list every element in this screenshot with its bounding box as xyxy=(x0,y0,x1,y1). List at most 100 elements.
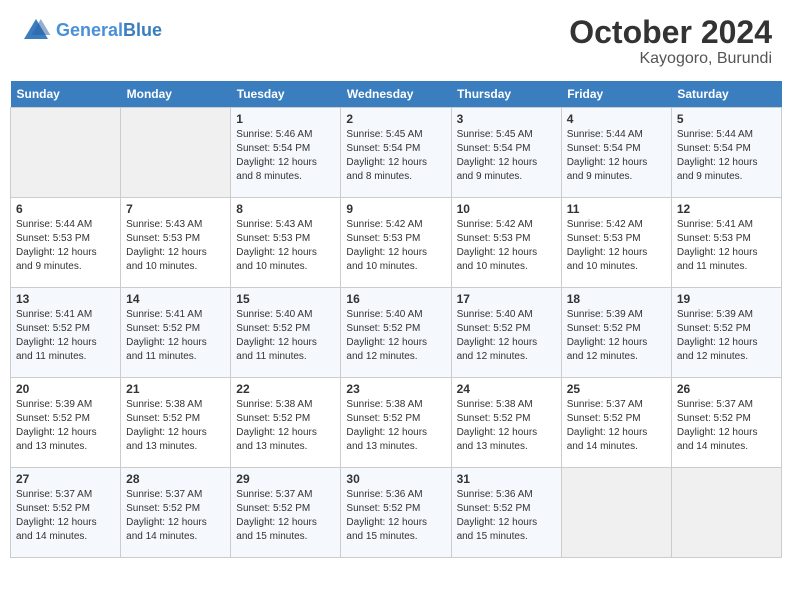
day-info: Sunrise: 5:41 AMSunset: 5:52 PMDaylight:… xyxy=(126,308,225,364)
calendar-cell xyxy=(11,108,121,198)
header-wednesday: Wednesday xyxy=(341,81,451,108)
calendar-cell xyxy=(121,108,231,198)
day-info: Sunrise: 5:44 AMSunset: 5:54 PMDaylight:… xyxy=(567,128,666,184)
day-number: 20 xyxy=(16,382,115,396)
calendar-cell: 31 Sunrise: 5:36 AMSunset: 5:52 PMDayligh… xyxy=(451,468,561,558)
day-number: 19 xyxy=(677,292,776,306)
calendar-week-2: 6Sunrise: 5:44 AMSunset: 5:53 PMDaylight… xyxy=(11,198,782,288)
calendar-cell: 26Sunrise: 5:37 AMSunset: 5:52 PMDayligh… xyxy=(671,378,781,468)
day-number: 3 xyxy=(457,112,556,126)
calendar-cell: 20 Sunrise: 5:39 AMSunset: 5:52 PMDayligh… xyxy=(11,378,121,468)
logo-icon xyxy=(20,15,52,47)
calendar-cell: 30Sunrise: 5:36 AMSunset: 5:52 PMDayligh… xyxy=(341,468,451,558)
day-number: 5 xyxy=(677,112,776,126)
calendar-cell: 8 Sunrise: 5:43 AMSunset: 5:53 PMDaylight… xyxy=(231,198,341,288)
header-row: Sunday Monday Tuesday Wednesday Thursday… xyxy=(11,81,782,108)
calendar-cell: 5 Sunrise: 5:44 AMSunset: 5:54 PMDaylight… xyxy=(671,108,781,198)
day-info: Sunrise: 5:37 AMSunset: 5:52 PMDaylight:… xyxy=(567,398,666,454)
title-block: October 2024 Kayogoro, Burundi xyxy=(569,15,772,68)
calendar-cell: 7Sunrise: 5:43 AMSunset: 5:53 PMDaylight… xyxy=(121,198,231,288)
day-number: 23 xyxy=(346,382,445,396)
day-number: 21 xyxy=(126,382,225,396)
day-number: 1 xyxy=(236,112,335,126)
day-number: 18 xyxy=(567,292,666,306)
calendar-cell xyxy=(561,468,671,558)
calendar-cell: 2 Sunrise: 5:45 AMSunset: 5:54 PMDaylight… xyxy=(341,108,451,198)
day-info: Sunrise: 5:43 AMSunset: 5:53 PMDaylight:… xyxy=(236,218,335,274)
logo-text: GeneralBlue xyxy=(56,21,162,41)
month-title: October 2024 xyxy=(569,15,772,50)
calendar-week-5: 27 Sunrise: 5:37 AMSunset: 5:52 PMDayligh… xyxy=(11,468,782,558)
calendar-cell: 28 Sunrise: 5:37 AMSunset: 5:52 PMDayligh… xyxy=(121,468,231,558)
calendar-cell xyxy=(671,468,781,558)
day-number: 25 xyxy=(567,382,666,396)
day-number: 7 xyxy=(126,202,225,216)
day-number: 17 xyxy=(457,292,556,306)
day-number: 10 xyxy=(457,202,556,216)
page-header: GeneralBlue October 2024 Kayogoro, Burun… xyxy=(10,10,782,73)
day-info: Sunrise: 5:44 AMSunset: 5:53 PMDaylight:… xyxy=(16,218,115,274)
calendar-week-3: 13 Sunrise: 5:41 AMSunset: 5:52 PMDayligh… xyxy=(11,288,782,378)
header-friday: Friday xyxy=(561,81,671,108)
day-info: Sunrise: 5:37 AMSunset: 5:52 PMDaylight:… xyxy=(126,488,225,544)
day-number: 28 xyxy=(126,472,225,486)
calendar-cell: 17 Sunrise: 5:40 AMSunset: 5:52 PMDayligh… xyxy=(451,288,561,378)
day-info: Sunrise: 5:45 AMSunset: 5:54 PMDaylight:… xyxy=(457,128,556,184)
header-thursday: Thursday xyxy=(451,81,561,108)
calendar-cell: 6Sunrise: 5:44 AMSunset: 5:53 PMDaylight… xyxy=(11,198,121,288)
day-info: Sunrise: 5:36 AMSunset: 5:52 PMDaylight:… xyxy=(346,488,445,544)
day-info: Sunrise: 5:38 AMSunset: 5:52 PMDaylight:… xyxy=(126,398,225,454)
day-info: Sunrise: 5:44 AMSunset: 5:54 PMDaylight:… xyxy=(677,128,776,184)
calendar-cell: 14 Sunrise: 5:41 AMSunset: 5:52 PMDayligh… xyxy=(121,288,231,378)
day-info: Sunrise: 5:40 AMSunset: 5:52 PMDaylight:… xyxy=(346,308,445,364)
day-number: 27 xyxy=(16,472,115,486)
calendar-cell: 15Sunrise: 5:40 AMSunset: 5:52 PMDayligh… xyxy=(231,288,341,378)
day-number: 24 xyxy=(457,382,556,396)
calendar-cell: 11Sunrise: 5:42 AMSunset: 5:53 PMDayligh… xyxy=(561,198,671,288)
header-saturday: Saturday xyxy=(671,81,781,108)
calendar-cell: 10 Sunrise: 5:42 AMSunset: 5:53 PMDayligh… xyxy=(451,198,561,288)
calendar-cell: 16Sunrise: 5:40 AMSunset: 5:52 PMDayligh… xyxy=(341,288,451,378)
calendar-cell: 4Sunrise: 5:44 AMSunset: 5:54 PMDaylight… xyxy=(561,108,671,198)
header-sunday: Sunday xyxy=(11,81,121,108)
calendar-cell: 23Sunrise: 5:38 AMSunset: 5:52 PMDayligh… xyxy=(341,378,451,468)
calendar-cell: 13 Sunrise: 5:41 AMSunset: 5:52 PMDayligh… xyxy=(11,288,121,378)
calendar-week-4: 20 Sunrise: 5:39 AMSunset: 5:52 PMDayligh… xyxy=(11,378,782,468)
day-info: Sunrise: 5:45 AMSunset: 5:54 PMDaylight:… xyxy=(346,128,445,184)
day-number: 12 xyxy=(677,202,776,216)
day-number: 14 xyxy=(126,292,225,306)
day-number: 29 xyxy=(236,472,335,486)
day-number: 11 xyxy=(567,202,666,216)
day-info: Sunrise: 5:38 AMSunset: 5:52 PMDaylight:… xyxy=(236,398,335,454)
day-info: Sunrise: 5:41 AMSunset: 5:52 PMDaylight:… xyxy=(16,308,115,364)
calendar-cell: 24 Sunrise: 5:38 AMSunset: 5:52 PMDayligh… xyxy=(451,378,561,468)
calendar-week-1: 1 Sunrise: 5:46 AMSunset: 5:54 PMDaylight… xyxy=(11,108,782,198)
day-info: Sunrise: 5:39 AMSunset: 5:52 PMDaylight:… xyxy=(567,308,666,364)
calendar-cell: 18 Sunrise: 5:39 AMSunset: 5:52 PMDayligh… xyxy=(561,288,671,378)
day-info: Sunrise: 5:42 AMSunset: 5:53 PMDaylight:… xyxy=(457,218,556,274)
day-info: Sunrise: 5:40 AMSunset: 5:52 PMDaylight:… xyxy=(457,308,556,364)
day-info: Sunrise: 5:46 AMSunset: 5:54 PMDaylight:… xyxy=(236,128,335,184)
calendar-cell: 19Sunrise: 5:39 AMSunset: 5:52 PMDayligh… xyxy=(671,288,781,378)
day-info: Sunrise: 5:41 AMSunset: 5:53 PMDaylight:… xyxy=(677,218,776,274)
day-number: 22 xyxy=(236,382,335,396)
day-number: 2 xyxy=(346,112,445,126)
day-number: 26 xyxy=(677,382,776,396)
calendar-cell: 1 Sunrise: 5:46 AMSunset: 5:54 PMDaylight… xyxy=(231,108,341,198)
day-info: Sunrise: 5:38 AMSunset: 5:52 PMDaylight:… xyxy=(457,398,556,454)
calendar-cell: 22 Sunrise: 5:38 AMSunset: 5:52 PMDayligh… xyxy=(231,378,341,468)
location: Kayogoro, Burundi xyxy=(569,50,772,68)
day-number: 15 xyxy=(236,292,335,306)
calendar-cell: 29 Sunrise: 5:37 AMSunset: 5:52 PMDayligh… xyxy=(231,468,341,558)
day-info: Sunrise: 5:39 AMSunset: 5:52 PMDaylight:… xyxy=(16,398,115,454)
day-number: 31 xyxy=(457,472,556,486)
day-info: Sunrise: 5:37 AMSunset: 5:52 PMDaylight:… xyxy=(16,488,115,544)
header-tuesday: Tuesday xyxy=(231,81,341,108)
day-info: Sunrise: 5:36 AMSunset: 5:52 PMDaylight:… xyxy=(457,488,556,544)
logo: GeneralBlue xyxy=(20,15,162,47)
day-info: Sunrise: 5:37 AMSunset: 5:52 PMDaylight:… xyxy=(236,488,335,544)
day-number: 13 xyxy=(16,292,115,306)
day-number: 8 xyxy=(236,202,335,216)
day-number: 9 xyxy=(346,202,445,216)
logo-general: General xyxy=(56,20,123,40)
